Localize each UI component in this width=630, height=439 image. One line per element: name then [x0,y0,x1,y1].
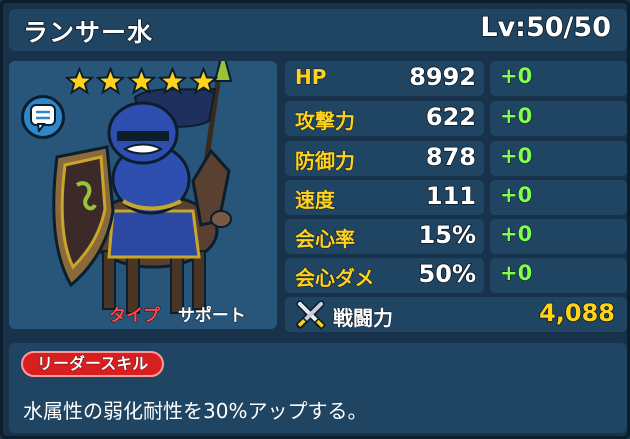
stat-label: HP [294,65,327,90]
stat-row-defense: 防御力 878 [285,141,484,176]
character-detail-panel: ランサー水 Lv:50/50 タイプ サポート HP 8992 +0 攻撃力 6… [0,0,630,439]
stat-label: 会心率 [295,227,356,252]
stat-bonus-hp: +0 [490,61,627,96]
type-label: タイプ [109,306,161,327]
stat-label: 会心ダメ [294,266,375,291]
stat-label: 速度 [295,188,336,213]
star-icon [65,67,94,95]
leader-skill-badge: リーダースキル [21,351,165,377]
stat-bonus-crit-damage: +0 [490,258,627,293]
leader-skill-panel: リーダースキル 水属性の弱化耐性を30%アップする。 [9,343,627,433]
stat-value: 878 [425,142,477,172]
stat-label: 攻撃力 [295,109,356,134]
stat-row-hp: HP 8992 [285,61,484,96]
stat-row-crit-rate: 会心率 15% [285,219,484,254]
crossed-swords-icon [295,300,327,330]
character-portrait-panel: タイプ サポート [9,61,277,329]
stat-value: 50% [418,259,477,289]
star-icon [127,67,156,95]
stat-bonus-defense: +0 [490,141,627,176]
bonus-value: +0 [499,183,533,208]
character-name: ランサー水 [22,17,154,48]
character-illustration [52,61,233,314]
type-value: サポート [177,306,246,327]
star-icon [96,67,125,95]
stat-value: 622 [425,102,477,132]
leader-skill-description: 水属性の弱化耐性を30%アップする。 [23,399,368,423]
bonus-value: +0 [499,144,533,169]
star-icon [189,67,218,95]
stat-row-speed: 速度 111 [285,180,484,215]
chat-bubble-icon [30,104,56,132]
stat-bonus-attack: +0 [490,101,627,136]
stat-label: 防御力 [295,149,356,174]
combat-power-value: 4,088 [538,298,615,328]
combat-power-label: 戦闘力 [333,306,394,331]
stat-value: 8992 [408,62,476,92]
chat-button[interactable] [21,95,65,139]
type-row: タイプ サポート [109,301,247,327]
stat-value: 15% [418,220,477,250]
stat-value: 111 [425,181,477,211]
bonus-value: +0 [499,261,533,286]
stat-bonus-speed: +0 [490,180,627,215]
stat-row-crit-damage: 会心ダメ 50% [285,258,484,293]
character-level: Lv:50/50 [480,11,612,44]
combat-power-row: 戦闘力 4,088 [285,297,627,332]
bonus-value: +0 [499,64,533,89]
bonus-value: +0 [499,222,533,247]
header-bar: ランサー水 Lv:50/50 [9,9,627,51]
stat-bonus-crit-rate: +0 [490,219,627,254]
bonus-value: +0 [499,104,533,129]
rarity-stars [65,67,218,96]
stat-row-attack: 攻撃力 622 [285,101,484,136]
star-icon [158,67,187,95]
